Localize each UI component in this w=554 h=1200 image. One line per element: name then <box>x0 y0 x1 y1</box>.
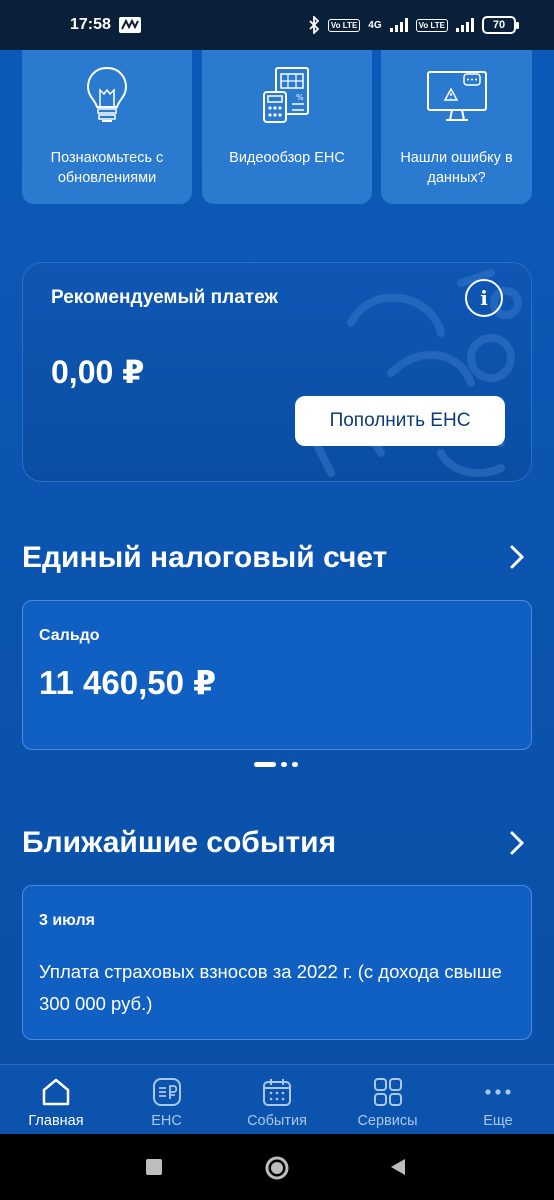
status-bar: 17:58 Vo LTE 4G Vo LTE 70 <box>0 0 554 50</box>
top-up-ens-button[interactable]: Пополнить ЕНС <box>295 396 505 446</box>
home-icon <box>42 1078 70 1106</box>
pager-dot-active <box>254 762 276 767</box>
quick-card-label: Нашли ошибку в данных? <box>400 150 513 186</box>
quick-card-video-review[interactable]: % Видеообзор ЕНС <box>202 50 372 204</box>
volte-badge-2: Vo LTE <box>415 18 448 32</box>
event-card[interactable]: 3 июля Уплата страховых взносов за 2022 … <box>22 885 532 1040</box>
chevron-right-icon[interactable] <box>508 543 526 571</box>
more-dots-icon <box>485 1089 511 1095</box>
back-icon[interactable] <box>388 1157 408 1177</box>
nav-label: Главная <box>28 1113 84 1129</box>
bottom-navigation: Главная ЕНС События Сервисы Еще <box>0 1064 554 1134</box>
bluetooth-icon <box>309 16 320 34</box>
quick-card-label: Познакомьтесь с обновлениями <box>50 150 164 186</box>
system-navigation-bar <box>0 1134 554 1200</box>
pager-dot <box>292 762 298 767</box>
recommended-payment-card: Рекомендуемый платеж i 0,00 ₽ Пополнить … <box>22 262 532 482</box>
home-button-icon[interactable] <box>264 1155 290 1181</box>
lightbulb-icon <box>86 66 128 122</box>
signal-icon <box>389 18 408 32</box>
quick-card-report-error[interactable]: Нашли ошибку в данных? <box>381 50 532 204</box>
signal-icon-2 <box>456 18 474 32</box>
grid-icon <box>373 1078 402 1106</box>
status-time: 17:58 <box>70 16 111 33</box>
saldo-card[interactable]: Сальдо 11 460,50 ₽ <box>22 600 532 750</box>
svg-text:%: % <box>296 93 304 102</box>
ens-section-title[interactable]: Единый налоговый счет <box>22 541 387 575</box>
quick-card-label: Видеообзор ЕНС <box>229 150 345 166</box>
quick-card-updates[interactable]: Познакомьтесь с обновлениями <box>22 50 192 204</box>
nav-item-services[interactable]: Сервисы <box>342 1065 434 1134</box>
nav-item-more[interactable]: Еще <box>452 1065 544 1134</box>
battery-level: 70 <box>492 19 506 31</box>
nav-item-ens[interactable]: ЕНС <box>121 1065 213 1134</box>
calculator-document-icon: % <box>263 67 309 123</box>
monitor-warning-icon <box>426 71 487 121</box>
nav-label: События <box>247 1113 307 1129</box>
saldo-label: Сальдо <box>39 627 100 644</box>
payment-amount: 0,00 ₽ <box>51 354 145 390</box>
battery-icon: 70 <box>482 16 519 34</box>
recent-apps-icon[interactable] <box>145 1158 163 1176</box>
nav-item-events[interactable]: События <box>231 1065 323 1134</box>
quick-cards: Познакомьтесь с обновлениями % Видеообзо… <box>22 50 532 204</box>
nav-label: ЕНС <box>151 1113 182 1129</box>
carousel-pager <box>254 762 298 767</box>
volte-badge: Vo LTE <box>327 18 361 32</box>
nav-label: Еще <box>483 1113 513 1129</box>
info-icon[interactable]: i <box>465 279 503 317</box>
calendar-icon <box>263 1079 291 1106</box>
nav-item-home[interactable]: Главная <box>10 1065 102 1134</box>
saldo-value: 11 460,50 ₽ <box>39 664 217 701</box>
nav-label: Сервисы <box>357 1113 418 1129</box>
event-date: 3 июля <box>39 912 95 929</box>
pager-dot <box>281 762 287 767</box>
event-description: Уплата страховых взносов за 2022 г. (с д… <box>39 961 502 1014</box>
events-section-title[interactable]: Ближайшие события <box>22 826 336 860</box>
chevron-right-icon[interactable] <box>508 829 526 857</box>
app-notification-icon <box>118 17 141 33</box>
network-type: 4G <box>368 19 382 31</box>
payment-title: Рекомендуемый платеж <box>51 287 278 308</box>
ens-document-icon <box>152 1078 181 1106</box>
